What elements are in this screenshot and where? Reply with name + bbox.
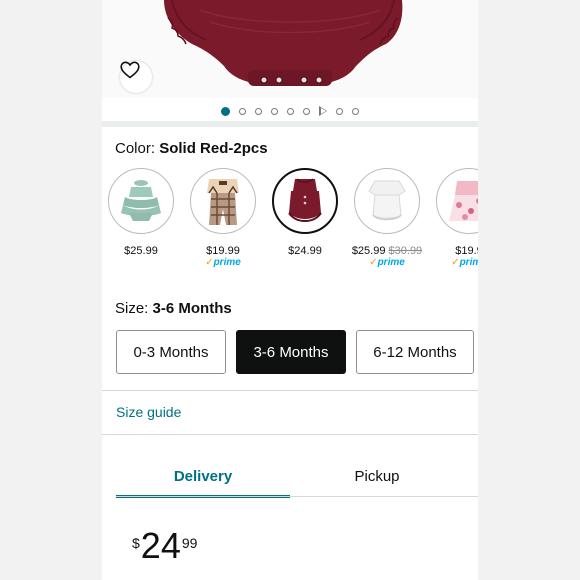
color-selected-value: Solid Red-2pcs: [159, 140, 268, 157]
carousel-dot[interactable]: [352, 107, 359, 115]
plaid-overall-image: [207, 179, 239, 225]
size-options: 0-3 Months 3-6 Months 6-12 Months: [116, 330, 474, 374]
carousel-dot[interactable]: [271, 107, 278, 115]
color-swatch[interactable]: $25.99 $30.99 ✓prime: [352, 168, 422, 278]
swatch-price-value: $25.99: [124, 245, 158, 257]
size-option-6-12-months[interactable]: 6-12 Months: [356, 330, 474, 374]
product-price: $ 24 99: [132, 526, 197, 566]
size-option-3-6-months[interactable]: 3-6 Months: [236, 330, 346, 374]
swatch-price: $24.99: [288, 245, 322, 257]
fulfillment-tabs: Delivery Pickup: [116, 458, 478, 498]
price-whole: 24: [140, 525, 181, 566]
image-carousel-indicator: [102, 103, 478, 119]
heart-icon: [120, 61, 140, 79]
swatch-price: $19.9: [455, 245, 478, 257]
mint-ruffle-romper-image: [121, 180, 161, 221]
color-swatch-selected[interactable]: $24.99: [271, 168, 339, 278]
wishlist-button[interactable]: [120, 61, 152, 93]
size-guide-link[interactable]: Size guide: [116, 404, 181, 420]
carousel-dot[interactable]: [287, 107, 294, 115]
color-swatch[interactable]: $19.99 ✓prime: [189, 168, 257, 278]
size-label: Size:: [115, 300, 149, 317]
product-detail-screen: Color: Solid Red-2pcs $25.99 $19.99 ✓pri…: [102, 0, 478, 580]
color-swatch[interactable]: $19.9 ✓prime: [435, 168, 478, 278]
prime-badge: ✓prime: [369, 257, 405, 268]
carousel-video-indicator[interactable]: [319, 106, 327, 116]
prime-label: prime: [213, 257, 241, 268]
swatch-price: $25.99 $30.99: [352, 245, 422, 257]
price-currency-symbol: $: [132, 535, 140, 551]
swatch-price: $19.99: [206, 245, 240, 257]
color-swatch[interactable]: $25.99: [107, 168, 175, 278]
carousel-dot[interactable]: [303, 107, 310, 115]
swatch-price-value: $19.99: [206, 245, 240, 257]
swatch-price-value: $24.99: [288, 245, 322, 257]
prime-label: prime: [459, 257, 478, 268]
divider: [102, 434, 478, 435]
swatch-image: [272, 168, 338, 234]
swatch-price-value: $25.99: [351, 245, 386, 257]
swatch-list-price: $30.99: [388, 245, 423, 257]
tab-pickup[interactable]: Pickup: [290, 458, 464, 495]
baby-romper-image: [164, 0, 403, 86]
tabs-underline: [116, 496, 478, 497]
swatch-price: $25.99: [124, 245, 158, 257]
red-romper-image: [288, 178, 322, 223]
swatch-price-value: $19.9: [455, 245, 478, 257]
color-swatches: $25.99 $19.99 ✓prime $24.99 $25.99 $30.9…: [107, 168, 478, 278]
tab-delivery[interactable]: Delivery: [116, 458, 290, 498]
pink-floral-dress-image: [449, 181, 478, 221]
carousel-dot[interactable]: [255, 107, 262, 115]
price-fraction: 99: [181, 535, 198, 551]
swatch-image: [354, 168, 420, 234]
swatch-image: [108, 168, 174, 234]
prime-badge: ✓prime: [451, 257, 478, 269]
prime-label: prime: [377, 257, 405, 268]
carousel-dot[interactable]: [336, 107, 343, 115]
product-image[interactable]: [102, 0, 478, 98]
carousel-dot[interactable]: [239, 107, 246, 115]
size-option-0-3-months[interactable]: 0-3 Months: [116, 330, 226, 374]
color-selection-label: Color: Solid Red-2pcs: [115, 140, 268, 157]
carousel-dot-active[interactable]: [221, 106, 230, 116]
divider: [102, 390, 478, 391]
size-selected-value: 3-6 Months: [152, 300, 232, 317]
swatch-image: [190, 168, 256, 234]
white-romper-image: [368, 180, 406, 221]
color-label: Color:: [115, 140, 156, 157]
prime-badge: ✓prime: [205, 257, 241, 268]
swatch-image: [436, 168, 478, 234]
size-selection-label: Size: 3-6 Months: [115, 300, 232, 317]
section-divider: [102, 121, 478, 127]
